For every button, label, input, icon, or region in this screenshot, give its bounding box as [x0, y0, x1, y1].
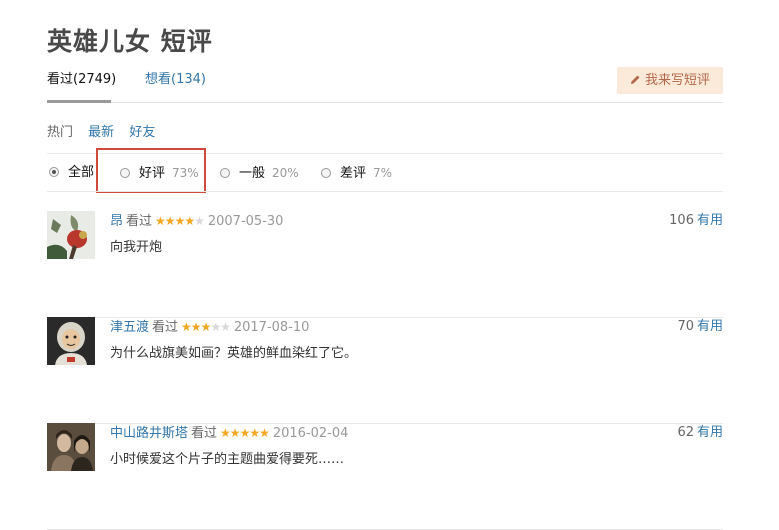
- avatar[interactable]: [47, 423, 95, 471]
- watched-label: 看过: [152, 320, 179, 335]
- comment-date: 2016-02-04: [272, 426, 349, 441]
- highlight-annotation-box: [96, 148, 206, 193]
- vote-count: 62: [677, 425, 694, 440]
- vote-area: 106 有用: [669, 212, 723, 230]
- divider: [47, 191, 723, 192]
- star-empty-icon: ★: [220, 320, 231, 334]
- useful-vote-link[interactable]: 有用: [697, 319, 723, 334]
- useful-vote-link[interactable]: 有用: [697, 213, 723, 228]
- active-tab-indicator: [47, 100, 111, 103]
- user-name-link[interactable]: 津五渡: [110, 320, 149, 335]
- watched-label: 看过: [191, 426, 218, 441]
- comment-text: 向我开炮: [110, 240, 163, 255]
- sort-friends[interactable]: 好友: [129, 125, 155, 140]
- star-filled-icon: ★: [164, 214, 176, 228]
- comment-item: 中山路井斯塔 看过 ★★★★★ 2016-02-04 62 有用 小时候爱这个片子的主题…: [47, 423, 723, 530]
- comment-item: 昂看过 ★★★★★ 2007-05-30 106 有用 向我开炮: [47, 211, 723, 318]
- star-filled-icon: ★: [229, 426, 241, 440]
- tab-wish[interactable]: 想看(134): [145, 72, 206, 88]
- comment-date: 2017-08-10: [233, 320, 310, 335]
- star-filled-icon: ★: [259, 426, 270, 440]
- filter-bad[interactable]: 差评 7%: [321, 164, 392, 183]
- filter-percent: 20%: [272, 166, 299, 180]
- star-filled-icon: ★: [155, 214, 166, 228]
- radio-icon: [321, 168, 331, 178]
- filter-label: 一般: [239, 166, 266, 181]
- star-filled-icon: ★: [174, 214, 186, 228]
- comment-text: 小时候爱这个片子的主题曲爱得要死……: [110, 452, 345, 467]
- filter-all[interactable]: 全部: [49, 164, 94, 182]
- radio-icon: [220, 168, 230, 178]
- filter-medium[interactable]: 一般 20%: [220, 164, 299, 183]
- filter-label: 差评: [340, 166, 367, 181]
- avatar[interactable]: [47, 317, 95, 365]
- user-name-link[interactable]: 中山路井斯塔: [110, 426, 188, 441]
- star-filled-icon: ★: [239, 426, 251, 440]
- star-filled-icon: ★: [220, 426, 231, 440]
- watched-label: 看过: [126, 214, 153, 229]
- page-title: 英雄儿女 短评: [47, 27, 213, 56]
- star-filled-icon: ★: [190, 320, 202, 334]
- sort-new[interactable]: 最新: [88, 125, 114, 140]
- radio-checked-icon: [49, 167, 59, 177]
- sort-hot[interactable]: 热门: [47, 125, 73, 140]
- comment-meta: 津五渡 看过 ★★★★★ 2017-08-10: [110, 318, 309, 337]
- comment-meta: 昂看过 ★★★★★ 2007-05-30: [110, 212, 283, 231]
- sort-options: 热门 最新 好友: [47, 121, 166, 140]
- star-rating: ★★★★★: [155, 212, 205, 230]
- star-rating: ★★★★★: [220, 424, 270, 442]
- star-filled-icon: ★: [184, 214, 195, 228]
- filter-label: 全部: [68, 165, 95, 180]
- vote-area: 62 有用: [677, 424, 723, 442]
- filter-percent: 7%: [373, 166, 393, 180]
- pencil-icon: [630, 67, 641, 94]
- star-empty-icon: ★: [194, 214, 205, 228]
- star-filled-icon: ★: [181, 320, 192, 334]
- star-filled-icon: ★: [200, 320, 212, 334]
- comment-date: 2007-05-30: [207, 214, 284, 229]
- comment-text: 为什么战旗美如画？英雄的鲜血染红了它。: [110, 346, 358, 361]
- comment-item: 津五渡 看过 ★★★★★ 2017-08-10 70 有用 为什么战旗美如画？英雄的鲜血…: [47, 317, 723, 424]
- comment-meta: 中山路井斯塔 看过 ★★★★★ 2016-02-04: [110, 424, 348, 443]
- useful-vote-link[interactable]: 有用: [697, 425, 723, 440]
- avatar[interactable]: [47, 211, 95, 259]
- write-review-button[interactable]: 我来写短评: [617, 67, 723, 94]
- star-filled-icon: ★: [249, 426, 260, 440]
- vote-count: 70: [677, 319, 694, 334]
- write-review-label: 我来写短评: [644, 73, 710, 88]
- vote-count: 106: [669, 213, 694, 228]
- user-name-link[interactable]: 昂: [110, 214, 123, 229]
- star-rating: ★★★★★: [181, 318, 231, 336]
- vote-area: 70 有用: [677, 318, 723, 336]
- tab-watched[interactable]: 看过(2749): [47, 72, 116, 88]
- star-empty-icon: ★: [210, 320, 221, 334]
